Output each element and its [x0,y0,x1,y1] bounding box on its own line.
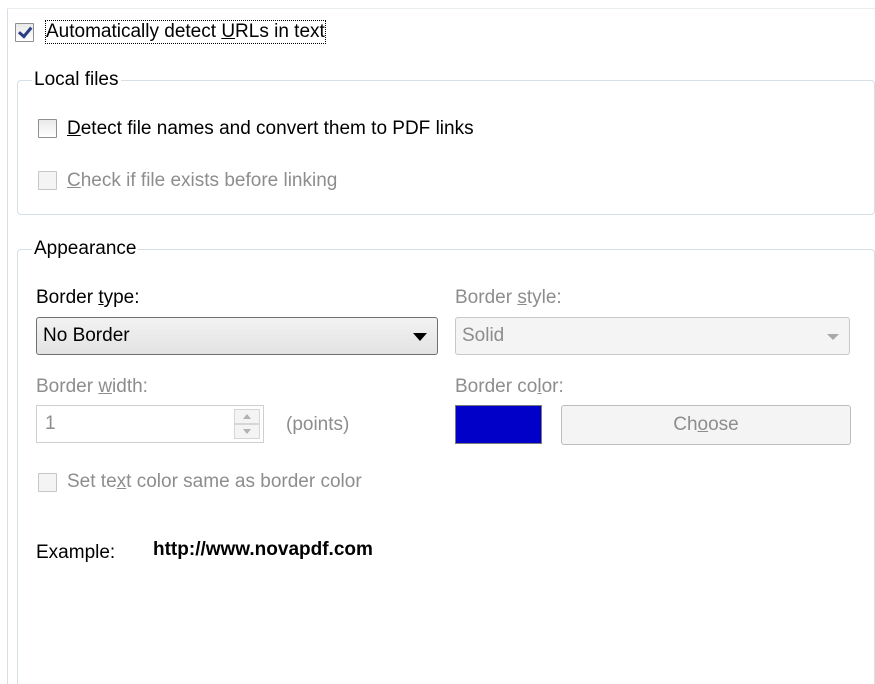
auto-detect-urls-label[interactable]: Automatically detect URLs in text [45,20,326,44]
text-color-same-checkbox[interactable] [38,473,57,492]
detect-file-names-label[interactable]: Detect file names and convert them to PD… [67,118,474,140]
spin-down-icon [243,429,251,434]
local-files-title: Local files [32,69,121,91]
border-width-unit: (points) [286,414,350,435]
checkmark-icon [17,23,33,39]
border-color-swatch[interactable] [455,405,542,444]
border-type-select[interactable]: No Border [36,317,438,355]
chevron-down-icon [827,334,839,340]
panel-border-top [7,8,875,9]
example-link-preview: http://www.novapdf.com [153,539,373,560]
auto-detect-urls-checkbox[interactable] [15,23,34,42]
border-width-value: 1 [45,413,56,434]
border-type-label: Border type: [36,287,140,308]
border-color-label: Border color: [455,376,564,397]
example-label: Example: [36,542,116,563]
local-files-group [17,80,875,215]
border-width-label: Border width: [36,376,148,397]
check-file-exists-label[interactable]: Check if file exists before linking [67,170,337,192]
border-style-label: Border style: [455,287,562,308]
spin-up-icon [243,414,251,419]
spin-down-button[interactable] [234,424,260,439]
chevron-down-icon [413,333,427,341]
appearance-title: Appearance [32,238,139,260]
border-type-value: No Border [43,325,130,346]
choose-color-button[interactable]: Choose [561,405,851,445]
spin-buttons [234,409,260,439]
border-width-spinbox[interactable]: 1 [36,405,264,443]
spin-up-button[interactable] [234,409,260,424]
panel-border-left [7,8,8,684]
text-color-same-label[interactable]: Set text color same as border color [67,471,362,493]
check-file-exists-checkbox[interactable] [38,171,57,190]
detect-file-names-checkbox[interactable] [38,119,57,138]
border-style-value: Solid [462,325,505,346]
appearance-group [17,249,875,684]
border-style-select[interactable]: Solid [455,317,850,355]
link-settings-panel: Automatically detect URLs in text Local … [0,0,875,684]
